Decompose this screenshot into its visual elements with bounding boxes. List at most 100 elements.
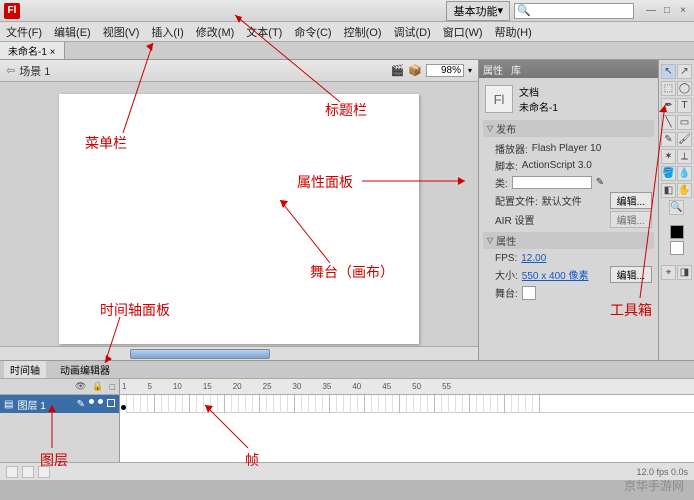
menu-control[interactable]: 控制(O) [344, 24, 382, 40]
layer-name[interactable]: 图层 1 [17, 397, 45, 412]
lock-header-icon[interactable]: 🔒 [92, 381, 103, 392]
lasso-tool-icon[interactable]: ◯ [677, 81, 692, 96]
scene-label[interactable]: 场景 1 [19, 63, 50, 79]
timeline-status-bar: 12.0 fps 0.0s [0, 462, 694, 480]
scrollbar-thumb[interactable] [130, 349, 270, 359]
menu-debug[interactable]: 调试(D) [394, 24, 431, 40]
layer-column: 👁 🔒 □ ▤ 图层 1 ✎ [0, 379, 120, 462]
doc-type-label: 文档 [519, 84, 558, 99]
app-logo-icon: Fl [4, 3, 20, 19]
bone-tool-icon[interactable]: ⟂ [677, 149, 692, 164]
text-tool-icon[interactable]: T [677, 98, 692, 113]
menu-edit[interactable]: 编辑(E) [54, 24, 91, 40]
horizontal-scrollbar[interactable] [0, 346, 478, 360]
canvas[interactable] [59, 94, 419, 344]
properties-panel: 属性 库 Fl 文档 未命名-1 发布 播放器:Flash Player 10 … [478, 60, 658, 360]
snap-icon[interactable]: ⌖ [661, 265, 676, 280]
minimize-icon[interactable]: — [644, 5, 658, 17]
visibility-header-icon[interactable]: 👁 [75, 381, 86, 392]
subselect-tool-icon[interactable]: ↗ [677, 64, 692, 79]
outline-header-icon[interactable]: □ [110, 382, 115, 392]
search-icon: 🔍 [517, 4, 531, 17]
tab-library[interactable]: 库 [511, 62, 521, 77]
section-properties[interactable]: 属性 [483, 232, 654, 249]
new-folder-icon[interactable] [22, 466, 34, 478]
outline-box-icon[interactable] [107, 399, 115, 407]
zoom-tool-icon[interactable]: 🔍 [669, 200, 684, 215]
zoom-dropdown-icon[interactable]: ▾ [468, 66, 472, 75]
frame-ruler[interactable]: 1510152025303540455055 [120, 379, 694, 395]
eraser-tool-icon[interactable]: ◧ [661, 183, 676, 198]
size-label: 大小: [495, 267, 518, 282]
tab-motion-editor[interactable]: 动画编辑器 [54, 361, 116, 378]
menu-insert[interactable]: 插入(I) [151, 24, 183, 40]
menu-window[interactable]: 窗口(W) [443, 24, 483, 40]
stage-color-swatch[interactable] [522, 286, 536, 300]
pencil-tool-icon[interactable]: ✎ [661, 132, 676, 147]
tab-properties[interactable]: 属性 [483, 62, 503, 77]
document-icon: Fl [485, 85, 513, 113]
menu-modify[interactable]: 修改(M) [196, 24, 235, 40]
layer-row[interactable]: ▤ 图层 1 ✎ [0, 395, 119, 413]
edit-scene-icon[interactable]: 🎬 [391, 64, 405, 77]
options-icon[interactable]: ◨ [677, 265, 692, 280]
bucket-tool-icon[interactable]: 🪣 [661, 166, 676, 181]
menu-bar: 文件(F) 编辑(E) 视图(V) 插入(I) 修改(M) 文本(T) 命令(C… [0, 22, 694, 42]
layer-icon: ▤ [4, 399, 13, 410]
hand-tool-icon[interactable]: ✋ [677, 183, 692, 198]
air-label: AIR 设置 [495, 212, 534, 227]
menu-view[interactable]: 视图(V) [103, 24, 140, 40]
frame-track[interactable] [120, 395, 694, 413]
menu-text[interactable]: 文本(T) [246, 24, 282, 40]
menu-file[interactable]: 文件(F) [6, 24, 42, 40]
class-input[interactable] [512, 176, 592, 189]
profile-edit-button[interactable]: 编辑... [610, 192, 652, 209]
pencil-icon[interactable]: ✎ [596, 177, 604, 188]
script-value: ActionScript 3.0 [522, 160, 592, 171]
tab-timeline[interactable]: 时间轴 [4, 361, 46, 378]
document-tab-label: 未命名-1 [8, 47, 47, 58]
back-icon[interactable]: ⇦ [6, 64, 15, 77]
menu-commands[interactable]: 命令(C) [294, 24, 331, 40]
size-value[interactable]: 550 x 400 像素 [522, 267, 589, 282]
brush-tool-icon[interactable]: 🖌 [677, 132, 692, 147]
selection-tool-icon[interactable]: ↖ [661, 64, 676, 79]
fps-value[interactable]: 12.00 [521, 253, 546, 264]
workspace-mode-button[interactable]: 基本功能 ▾ [446, 1, 510, 21]
stroke-color-swatch[interactable] [670, 225, 684, 239]
fill-color-swatch[interactable] [670, 241, 684, 255]
frame-info: 12.0 fps 0.0s [636, 467, 688, 477]
toolbox: ↖↗ ⬚◯ ✒T ╲▭ ✎🖌 ✶⟂ 🪣💧 ◧✋ 🔍 ⌖◨ [658, 60, 694, 360]
new-layer-icon[interactable] [6, 466, 18, 478]
profile-value: 默认文件 [542, 193, 582, 208]
close-icon[interactable]: × [676, 5, 690, 17]
pencil-icon: ✎ [77, 399, 85, 410]
maximize-icon[interactable]: □ [660, 5, 674, 17]
frames-area[interactable]: 1510152025303540455055 [120, 379, 694, 462]
search-input[interactable]: 🔍 [514, 3, 634, 19]
menu-help[interactable]: 帮助(H) [495, 24, 532, 40]
eyedropper-tool-icon[interactable]: 💧 [677, 166, 692, 181]
profile-label: 配置文件: [495, 193, 538, 208]
player-label: 播放器: [495, 141, 528, 156]
lock-dot-icon[interactable] [98, 399, 103, 404]
free-transform-tool-icon[interactable]: ⬚ [661, 81, 676, 96]
document-tab[interactable]: 未命名-1 × [0, 42, 65, 59]
air-edit-button[interactable]: 编辑... [610, 211, 652, 228]
edit-symbol-icon[interactable]: 📦 [408, 64, 422, 77]
section-publish[interactable]: 发布 [483, 120, 654, 137]
pen-tool-icon[interactable]: ✒ [661, 98, 676, 113]
line-tool-icon[interactable]: ╲ [661, 115, 676, 130]
doc-name-label: 未命名-1 [519, 99, 558, 114]
rect-tool-icon[interactable]: ▭ [677, 115, 692, 130]
fps-label: FPS: [495, 253, 517, 264]
delete-layer-icon[interactable] [38, 466, 50, 478]
stage-area[interactable] [0, 82, 478, 346]
visibility-dot-icon[interactable] [89, 399, 94, 404]
stage-color-label: 舞台: [495, 285, 518, 300]
zoom-input[interactable] [426, 64, 464, 77]
player-value: Flash Player 10 [532, 143, 601, 154]
size-edit-button[interactable]: 编辑... [610, 266, 652, 283]
timeline-panel: 时间轴 动画编辑器 👁 🔒 □ ▤ 图层 1 ✎ 1510152025303 [0, 360, 694, 480]
deco-tool-icon[interactable]: ✶ [661, 149, 676, 164]
